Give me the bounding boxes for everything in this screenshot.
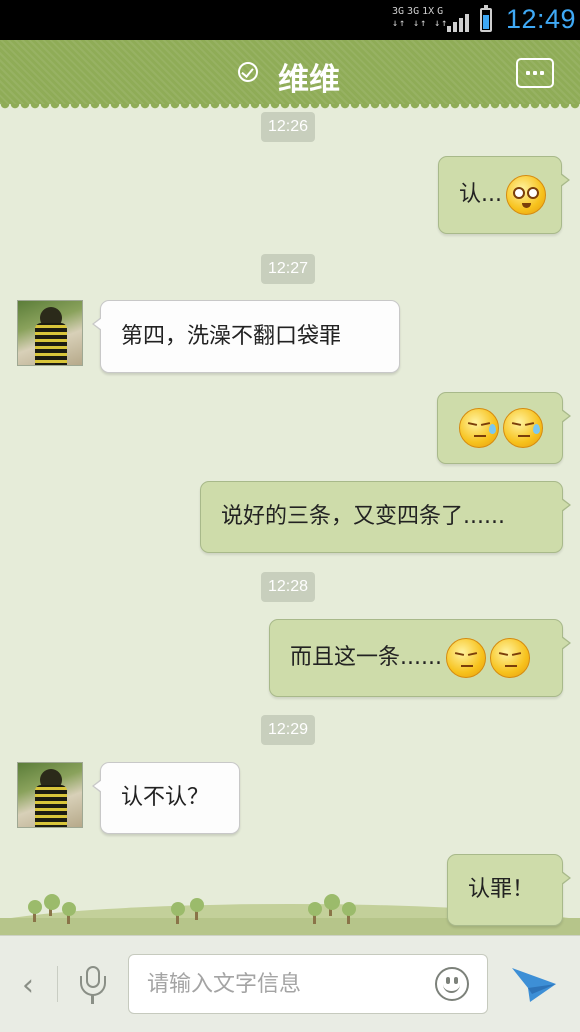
outgoing-message-bubble[interactable]: 认...: [438, 156, 570, 234]
message-text: 认不认？: [121, 785, 210, 810]
incoming-message-bubble[interactable]: 第四，洗澡不翻口袋罪: [92, 300, 400, 373]
message-text: 而且这一条......: [290, 645, 442, 670]
smiley-icon[interactable]: [435, 967, 469, 1001]
divider: [57, 966, 58, 1002]
network-label: 3G: [392, 6, 405, 17]
network-label: 1X: [422, 6, 435, 17]
chat-title: 维维: [278, 62, 340, 98]
message-timestamp: 12:26: [261, 112, 316, 142]
pity-face-icon: [505, 175, 546, 215]
message-timestamp: 12:28: [261, 572, 316, 602]
check-circle-icon: [238, 62, 258, 82]
status-time: 12:49: [506, 4, 577, 34]
outgoing-message-bubble[interactable]: [437, 392, 571, 464]
more-menu-icon[interactable]: [516, 58, 554, 88]
annoyed-face-icon: [445, 638, 486, 678]
message-text: 认罪！: [468, 877, 535, 902]
message-input[interactable]: [147, 967, 407, 1001]
annoyed-sweat-face-icon: [459, 408, 499, 448]
incoming-message-bubble[interactable]: 认不认？: [92, 762, 240, 834]
message-timestamp: 12:27: [261, 254, 316, 284]
network-indicators: 3G 3G 1X G ↓↑ ↓↑ ↓↑: [392, 6, 449, 29]
message-text-field[interactable]: [128, 954, 488, 1014]
chevron-left-icon[interactable]: ‹: [22, 966, 34, 1006]
outgoing-message-bubble[interactable]: 说好的三条，又变四条了......: [200, 481, 571, 553]
message-text: 第四，洗澡不翻口袋罪: [121, 323, 342, 349]
chat-header: 维维: [0, 40, 580, 110]
microphone-icon[interactable]: [80, 966, 106, 1006]
contact-avatar[interactable]: [17, 300, 83, 366]
network-label: G: [437, 6, 444, 17]
network-label: 3G: [407, 6, 420, 17]
send-arrow-icon[interactable]: [510, 964, 558, 1004]
signal-icon: [447, 14, 469, 32]
status-bar: 3G 3G 1X G ↓↑ ↓↑ ↓↑ 12:49: [0, 0, 580, 40]
message-input-bar: ‹: [0, 935, 580, 1032]
battery-icon: [480, 5, 492, 32]
annoyed-sweat-face-icon: [503, 408, 543, 448]
message-text: 说好的三条，又变四条了......: [221, 504, 505, 529]
contact-avatar[interactable]: [17, 762, 83, 828]
outgoing-message-bubble[interactable]: 认罪！: [447, 854, 571, 926]
message-text: 认...: [459, 182, 502, 207]
outgoing-message-bubble[interactable]: 而且这一条......: [269, 619, 571, 697]
annoyed-face-icon: [489, 638, 530, 678]
message-timestamp: 12:29: [261, 715, 316, 745]
